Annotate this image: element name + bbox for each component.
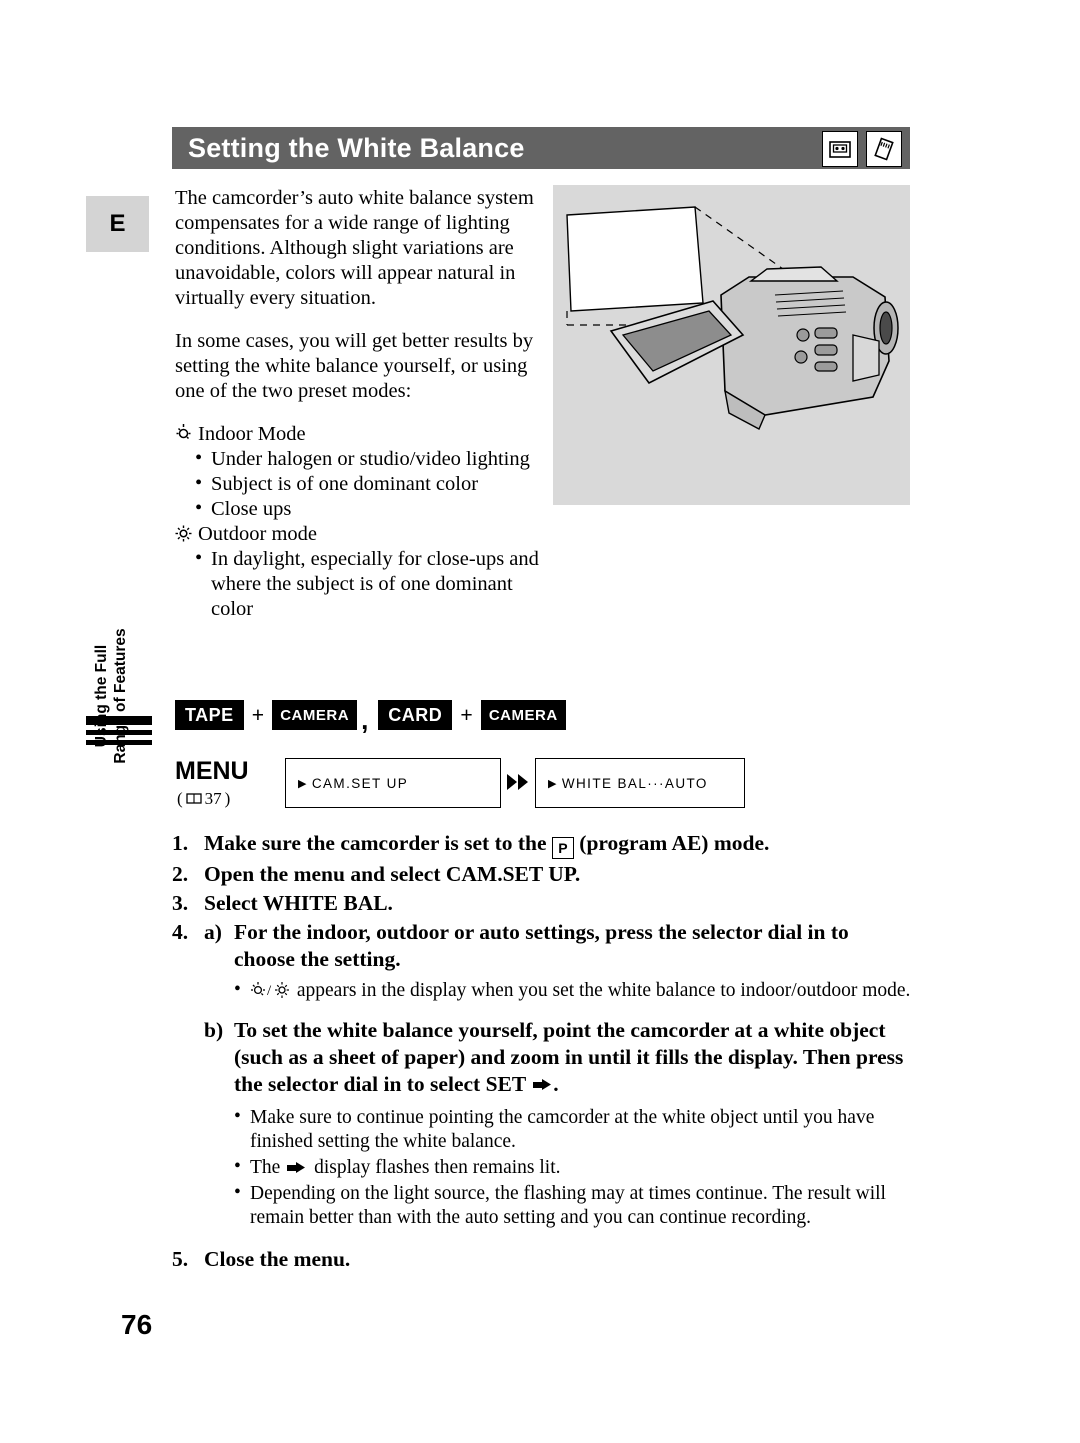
- step-4a-note: / appears in the display when you set th…: [234, 978, 914, 1003]
- side-tab-line-2: Range of Features: [112, 628, 129, 764]
- step-2-text: Open the menu and select CAM.SET UP.: [204, 862, 581, 886]
- outdoor-sun-icon: [175, 522, 192, 547]
- menu-box-1-text: CAM.SET UP: [311, 775, 409, 791]
- indoor-mode-line: Indoor Mode: [175, 422, 543, 447]
- step-4b-text: To set the white balance yourself, point…: [234, 1017, 914, 1098]
- menu-item-marker-2: ▶: [548, 777, 558, 790]
- intro-paragraph-1: The camcorder’s auto white balance syste…: [175, 187, 534, 309]
- side-tab-line-1: Using the Full: [93, 644, 110, 748]
- step-3: 3. Select WHITE BAL.: [172, 890, 914, 917]
- step-1-text-pre: Make sure the camcorder is set to the: [204, 831, 552, 855]
- list-item: In daylight, especially for close-ups an…: [193, 546, 543, 622]
- menu-item-marker-1: ▶: [298, 777, 308, 790]
- list-item: Under halogen or studio/video lighting: [193, 446, 543, 472]
- step-4b-note-2-pre: The: [250, 1157, 281, 1178]
- outdoor-mode-line: Outdoor mode: [175, 522, 543, 547]
- step-4a-note-text: appears in the display when you set the …: [296, 980, 911, 1001]
- step-5-text: Close the menu.: [204, 1247, 351, 1271]
- language-badge: E: [86, 196, 149, 252]
- plus-sign-1: +: [251, 702, 265, 727]
- menu-box-white-bal: ▶ WHITE BAL···AUTO: [535, 758, 745, 808]
- step-4b-note-3-text: Depending on the light source, the flash…: [250, 1183, 886, 1228]
- outdoor-mode-label: Outdoor mode: [198, 523, 317, 545]
- step-4b-note-2: The display flashes then remains lit.: [234, 1155, 914, 1180]
- white-balance-set-icon: [285, 1157, 314, 1178]
- key-camera-2: CAMERA: [480, 700, 566, 730]
- menu-box-2-text: WHITE BAL···AUTO: [561, 775, 708, 791]
- step-1: 1. Make sure the camcorder is set to the…: [172, 830, 914, 859]
- book-icon: [186, 789, 202, 809]
- indoor-mode-label: Indoor Mode: [198, 423, 306, 445]
- menu-label: MENU: [175, 757, 249, 785]
- menu-ref-close: ): [224, 789, 231, 808]
- step-4b-text-post: .: [553, 1072, 559, 1096]
- indoor-lamp-icon: [175, 422, 192, 447]
- camcorder-illustration: [553, 185, 910, 505]
- step-2: 2. Open the menu and select CAM.SET UP.: [172, 861, 914, 888]
- indoor-mode-bullets: Under halogen or studio/video lighting S…: [193, 446, 543, 522]
- step-5: 5. Close the menu.: [172, 1246, 914, 1273]
- step-4b-note-2-text: display flashes then remains lit.: [314, 1157, 561, 1178]
- side-tab-label: Using the Full Range of Features: [78, 576, 144, 816]
- language-badge-label: E: [109, 210, 126, 237]
- menu-navigation-row: MENU ( 37 ) ▶ CAM.SET UP ▶ WHITE BAL···A…: [175, 758, 745, 809]
- step-4b-note-1: Make sure to continue pointing the camco…: [234, 1105, 914, 1154]
- section-side-tab: Using the Full Range of Features: [78, 628, 154, 956]
- key-tape: TAPE: [175, 700, 244, 730]
- step-1-number: 1.: [172, 831, 189, 855]
- step-4b: b) To set the white balance yourself, po…: [204, 1017, 914, 1098]
- outdoor-mode-bullets: In daylight, especially for close-ups an…: [193, 546, 543, 622]
- menu-box-cam-set-up: ▶ CAM.SET UP: [285, 758, 501, 808]
- step-4: 4. a) For the indoor, outdoor or auto se…: [172, 919, 914, 973]
- intro-text-column: The camcorder’s auto white balance syste…: [175, 186, 543, 622]
- step-4a-text: For the indoor, outdoor or auto settings…: [234, 920, 849, 971]
- list-item: Subject is of one dominant color: [193, 471, 543, 497]
- instruction-steps: 1. Make sure the camcorder is set to the…: [172, 830, 914, 1275]
- page-title-bar: Setting the White Balance: [172, 127, 910, 169]
- step-2-number: 2.: [172, 862, 189, 886]
- step-4b-note-1-text: Make sure to continue pointing the camco…: [250, 1107, 875, 1152]
- menu-ref-number: 37: [204, 789, 222, 808]
- step-4a-label: a): [204, 920, 222, 944]
- step-4b-text-pre: To set the white balance yourself, point…: [234, 1018, 904, 1096]
- page-title: Setting the White Balance: [188, 132, 525, 163]
- program-ae-p-icon: P: [551, 837, 574, 859]
- step-1-text-post: (program AE) mode.: [573, 831, 770, 855]
- step-3-text: Select WHITE BAL.: [204, 891, 393, 915]
- menu-ref-open: (: [177, 789, 183, 808]
- step-4b-note-3: Depending on the light source, the flash…: [234, 1181, 914, 1230]
- list-item: Close ups: [193, 496, 543, 522]
- step-3-number: 3.: [172, 891, 189, 915]
- key-card: CARD: [378, 700, 453, 730]
- key-camera-1: CAMERA: [272, 700, 358, 730]
- plus-sign-2: +: [460, 702, 473, 727]
- svg-text:/: /: [267, 983, 272, 999]
- key-separator-comma: ,: [361, 705, 369, 735]
- page-number: 76: [121, 1309, 153, 1340]
- indoor-outdoor-icon-pair: /: [250, 980, 297, 1001]
- intro-paragraph-2: In some cases, you will get better resul…: [175, 330, 534, 402]
- step-5-number: 5.: [172, 1247, 189, 1271]
- step-4b-label: b): [204, 1018, 224, 1042]
- mode-key-row: TAPE + CAMERA , CARD + CAMERA: [175, 700, 566, 735]
- memory-card-icon: [866, 131, 902, 167]
- step-4a: a) For the indoor, outdoor or auto setti…: [204, 919, 914, 973]
- menu-flow-arrow: [501, 758, 535, 806]
- set-white-balance-icon: [526, 1072, 553, 1096]
- menu-page-reference: ( 37 ): [175, 789, 285, 809]
- title-icon-group: [822, 131, 902, 167]
- step-1-text: Make sure the camcorder is set to the P …: [204, 830, 914, 859]
- step-4-number: 4.: [172, 920, 189, 944]
- tape-cassette-icon: [822, 131, 858, 167]
